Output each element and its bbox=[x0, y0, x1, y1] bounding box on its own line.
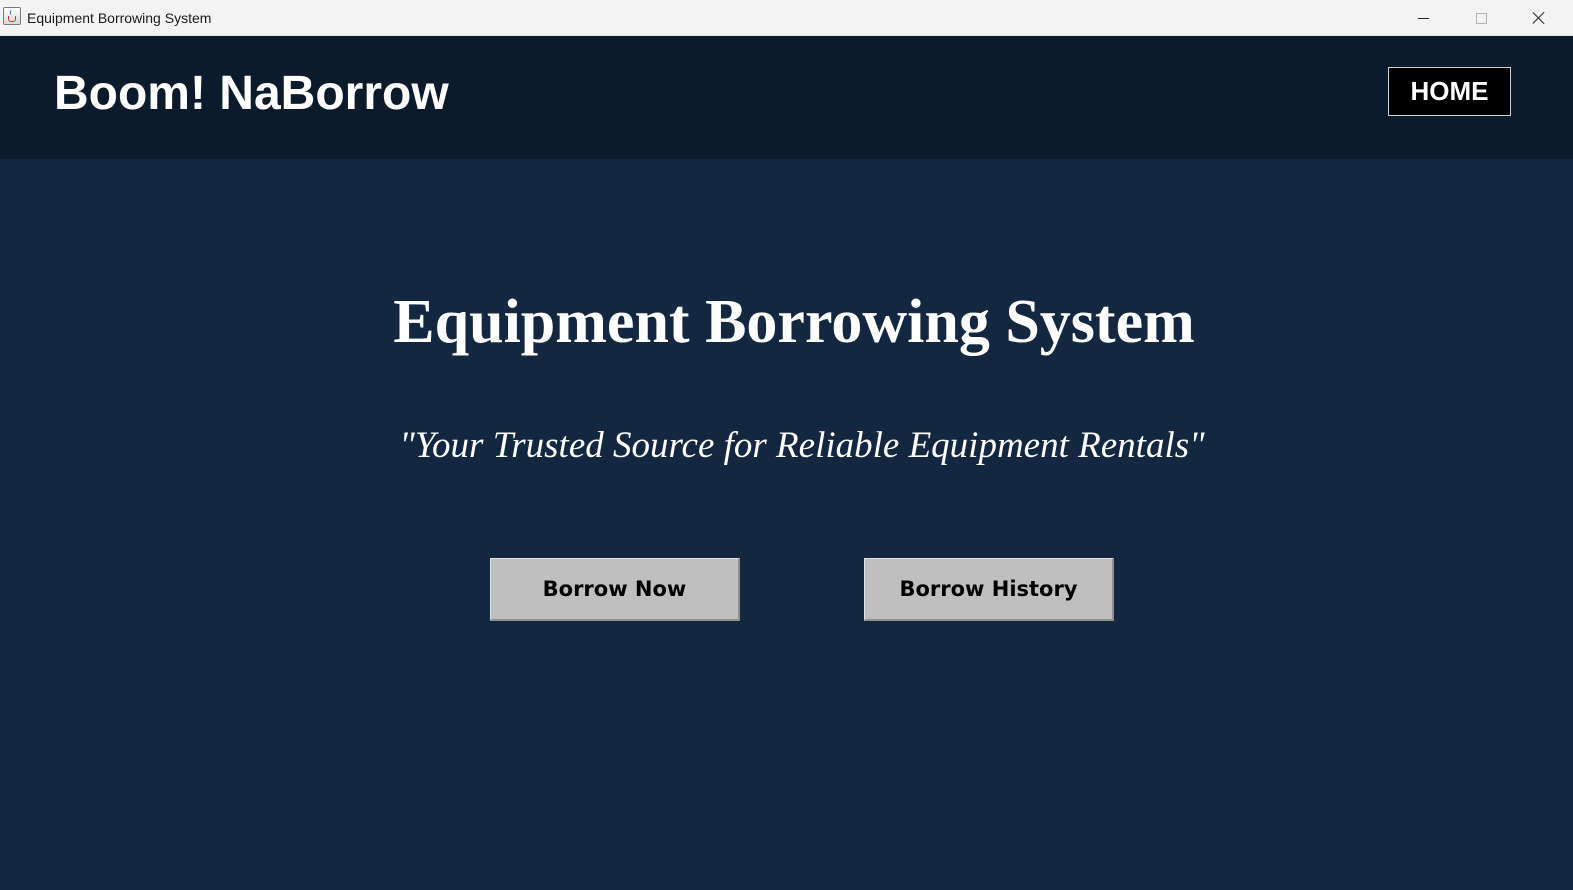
maximize-button[interactable] bbox=[1452, 0, 1510, 36]
minimize-button[interactable] bbox=[1394, 0, 1452, 36]
app-content: Boom! NaBorrow HOME Equipment Borrowing … bbox=[0, 36, 1573, 890]
close-button[interactable] bbox=[1510, 0, 1568, 36]
java-cup-icon bbox=[3, 7, 21, 25]
window-title: Equipment Borrowing System bbox=[27, 10, 212, 26]
close-icon bbox=[1532, 11, 1546, 25]
app-header: Boom! NaBorrow HOME bbox=[0, 36, 1573, 159]
brand-title: Boom! NaBorrow bbox=[54, 67, 449, 120]
tagline: "Your Trusted Source for Reliable Equipm… bbox=[399, 425, 1205, 466]
maximize-icon bbox=[1475, 12, 1487, 24]
borrow-now-button[interactable]: Borrow Now bbox=[490, 558, 740, 621]
window-titlebar[interactable]: Equipment Borrowing System bbox=[0, 0, 1573, 36]
minimize-icon bbox=[1417, 17, 1429, 19]
home-button[interactable]: HOME bbox=[1388, 67, 1511, 116]
borrow-history-button[interactable]: Borrow History bbox=[864, 558, 1114, 621]
page-title: Equipment Borrowing System bbox=[393, 288, 1195, 356]
